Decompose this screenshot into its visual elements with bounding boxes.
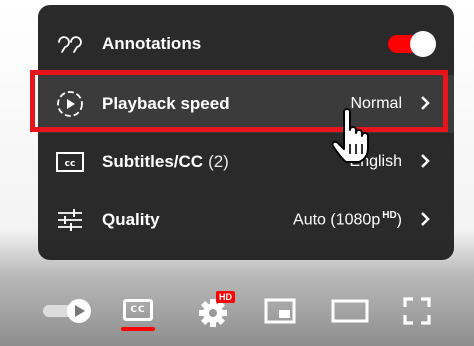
player-controls: CC HD	[0, 285, 474, 345]
miniplayer-icon[interactable]	[262, 297, 298, 325]
menu-item-annotations[interactable]: Annotations	[38, 15, 454, 73]
hd-badge: HD	[216, 291, 235, 303]
quality-value: Auto (1080p HD)	[293, 210, 402, 229]
subtitles-count: (2)	[208, 152, 229, 171]
settings-gear-button[interactable]: HD	[192, 291, 238, 331]
annotations-toggle[interactable]	[388, 31, 436, 57]
menu-item-subtitles[interactable]: cc Subtitles/CC (2) English	[38, 133, 454, 191]
chevron-right-icon	[420, 153, 430, 174]
subtitles-cc-button[interactable]: CC	[118, 295, 158, 335]
subtitles-label: Subtitles/CC (2)	[102, 152, 229, 171]
chevron-right-icon	[420, 211, 430, 232]
annotations-icon	[52, 26, 88, 62]
autoplay-toggle-icon[interactable]	[40, 293, 94, 329]
subtitles-cc-icon: CC	[123, 299, 153, 321]
subtitles-icon: cc	[52, 144, 88, 180]
fullscreen-icon[interactable]	[400, 295, 434, 327]
quality-sliders-icon	[52, 202, 88, 238]
cc-text: CC	[130, 305, 146, 315]
highlight-box	[30, 70, 448, 132]
settings-menu: Annotations Playback speed Normal cc Sub…	[38, 5, 454, 260]
svg-text:cc: cc	[65, 159, 76, 169]
cc-active-underline	[121, 327, 155, 331]
menu-item-quality[interactable]: Quality Auto (1080p HD)	[38, 191, 454, 249]
hand-cursor-icon	[330, 108, 376, 169]
annotations-label: Annotations	[102, 34, 202, 53]
theater-mode-icon[interactable]	[330, 297, 370, 325]
toggle-knob	[410, 31, 436, 57]
quality-label: Quality	[102, 210, 160, 229]
